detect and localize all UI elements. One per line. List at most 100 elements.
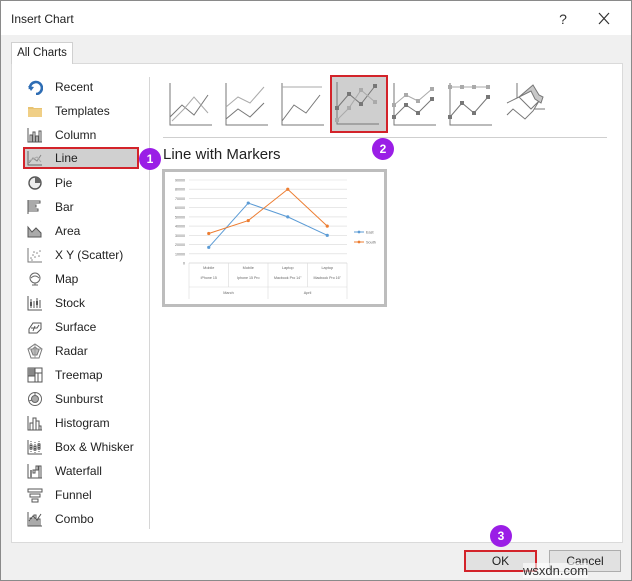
sidebar-item-bar[interactable]: Bar — [13, 196, 139, 218]
radar-chart-icon — [27, 343, 43, 359]
line-markers-subtype-icon — [335, 82, 379, 125]
sidebar-item-sunburst[interactable]: Sunburst — [13, 388, 139, 410]
category-item-label: Laptop — [282, 266, 294, 270]
sunburst-chart-icon — [28, 392, 42, 406]
sidebar-item-label: Combo — [55, 512, 94, 526]
funnel-chart-icon — [27, 488, 43, 503]
sidebar-item-label: Bar — [55, 200, 74, 214]
sidebar-item-label: Box & Whisker — [55, 440, 134, 454]
sidebar-item-label: Treemap — [55, 368, 103, 382]
legend-marker-east — [357, 230, 361, 234]
scatter-chart-icon — [27, 248, 42, 263]
y-tick-label: 20000 — [175, 243, 185, 247]
data-point-south — [325, 224, 329, 228]
combo-chart-icon — [27, 512, 42, 527]
category-model-label: Macbook Pro 16" — [314, 276, 342, 280]
legend-marker-south — [357, 240, 361, 244]
folder-icon — [28, 107, 42, 117]
recent-icon — [28, 80, 43, 95]
category-model-label: iPhone 15 — [201, 276, 217, 280]
y-tick-label: 30000 — [175, 234, 185, 238]
category-model-label: Iphone 15 Pro — [237, 276, 260, 280]
subtype-line[interactable] — [164, 77, 218, 131]
line-subtype-icon — [169, 83, 212, 126]
step-badge-1: 1 — [139, 148, 161, 170]
chart-preview[interactable]: 0 10000 20000 30000 40000 50000 60000 70000 8000… — [162, 169, 387, 307]
insert-chart-dialog: Insert Chart ? All Charts Recent Template… — [0, 0, 632, 581]
step-badge-2: 2 — [372, 138, 394, 160]
percent-stacked-line-subtype-icon — [281, 83, 324, 126]
category-group-label: April — [304, 291, 312, 295]
sidebar-item-radar[interactable]: Radar — [13, 340, 139, 362]
sidebar-item-combo[interactable]: Combo — [13, 508, 139, 530]
sidebar-item-histogram[interactable]: Histogram — [13, 412, 139, 434]
treemap-chart-icon — [27, 367, 43, 383]
sidebar-item-stock[interactable]: Stock — [13, 292, 139, 314]
subtype-stacked-line[interactable] — [220, 77, 274, 131]
y-tick-label: 40000 — [175, 225, 185, 229]
y-tick-label: 50000 — [175, 215, 185, 219]
sidebar-item-label: Waterfall — [55, 464, 102, 478]
tab-all-charts[interactable]: All Charts — [11, 42, 73, 64]
sidebar-item-treemap[interactable]: Treemap — [13, 364, 139, 386]
waterfall-chart-icon — [27, 464, 42, 479]
category-item-label: Mobile — [203, 266, 214, 270]
area-chart-icon — [27, 225, 42, 238]
category-item-label: Laptop — [321, 266, 333, 270]
close-button[interactable] — [592, 8, 616, 30]
sidebar-item-label: Recent — [55, 80, 94, 94]
data-point-south — [286, 187, 290, 191]
sidebar-item-area[interactable]: Area — [13, 220, 139, 242]
data-point-east — [286, 215, 290, 219]
pie-chart-icon — [28, 176, 42, 190]
stock-chart-icon — [27, 296, 42, 311]
legend-label-south: South — [366, 240, 376, 244]
y-tick-label: 70000 — [175, 197, 185, 201]
data-point-east — [207, 245, 211, 249]
sidebar-divider — [149, 77, 150, 529]
legend-label-east: East — [366, 230, 375, 234]
line-chart-icon — [27, 151, 42, 166]
subtype-stacked-line-with-markers[interactable] — [388, 77, 442, 131]
sidebar-item-label: Pie — [55, 176, 73, 190]
sidebar-item-x-y-scatter[interactable]: X Y (Scatter) — [13, 244, 139, 266]
sidebar-item-label: Templates — [55, 104, 110, 118]
sidebar-item-box-whisker[interactable]: Box & Whisker — [13, 436, 139, 458]
bar-chart-icon — [27, 200, 41, 214]
help-button[interactable]: ? — [553, 9, 573, 29]
3d-line-subtype-icon — [506, 83, 545, 120]
sidebar-item-waterfall[interactable]: Waterfall — [13, 460, 139, 482]
sidebar-item-label: Sunburst — [55, 392, 104, 406]
preview-title: Line with Markers — [163, 146, 281, 163]
sidebar-item-map[interactable]: Map — [13, 268, 139, 290]
stacked-line-markers-subtype-icon — [392, 83, 436, 126]
sidebar-item-label: Area — [55, 224, 81, 238]
sidebar-item-label: Line — [55, 151, 78, 165]
sidebar-item-pie[interactable]: Pie — [13, 172, 139, 194]
category-model-label: Macbook Pro 14" — [274, 276, 302, 280]
sidebar-item-label: Funnel — [55, 488, 92, 502]
subtype-line-with-markers[interactable] — [330, 75, 388, 133]
data-point-east — [325, 233, 329, 237]
sidebar-item-column[interactable]: Column — [13, 124, 139, 146]
sidebar-item-label: Radar — [55, 344, 88, 358]
map-chart-icon — [29, 272, 41, 286]
data-point-south — [207, 231, 211, 236]
y-tick-label: 0 — [183, 262, 185, 266]
subtype-100-stacked-line-with-markers[interactable] — [444, 77, 498, 131]
subtype-3-d-line[interactable] — [501, 77, 555, 131]
y-tick-label: 90000 — [175, 179, 185, 183]
sidebar-item-line[interactable]: Line — [23, 147, 139, 169]
preview-chart: 0 10000 20000 30000 40000 50000 60000 70000 8000… — [175, 179, 376, 299]
sidebar-item-label: X Y (Scatter) — [55, 248, 124, 262]
sidebar-item-surface[interactable]: Surface — [13, 316, 139, 338]
sidebar-item-funnel[interactable]: Funnel — [13, 484, 139, 506]
subtype-100-stacked-line[interactable] — [276, 77, 330, 131]
box-whisker-chart-icon — [27, 440, 42, 455]
title-bar: Insert Chart ? — [1, 1, 631, 35]
histogram-chart-icon — [27, 416, 42, 431]
sidebar-item-recent[interactable]: Recent — [13, 76, 139, 98]
dialog-title: Insert Chart — [11, 12, 74, 26]
sidebar-item-templates[interactable]: Templates — [13, 100, 139, 122]
stacked-line-subtype-icon — [225, 83, 268, 126]
